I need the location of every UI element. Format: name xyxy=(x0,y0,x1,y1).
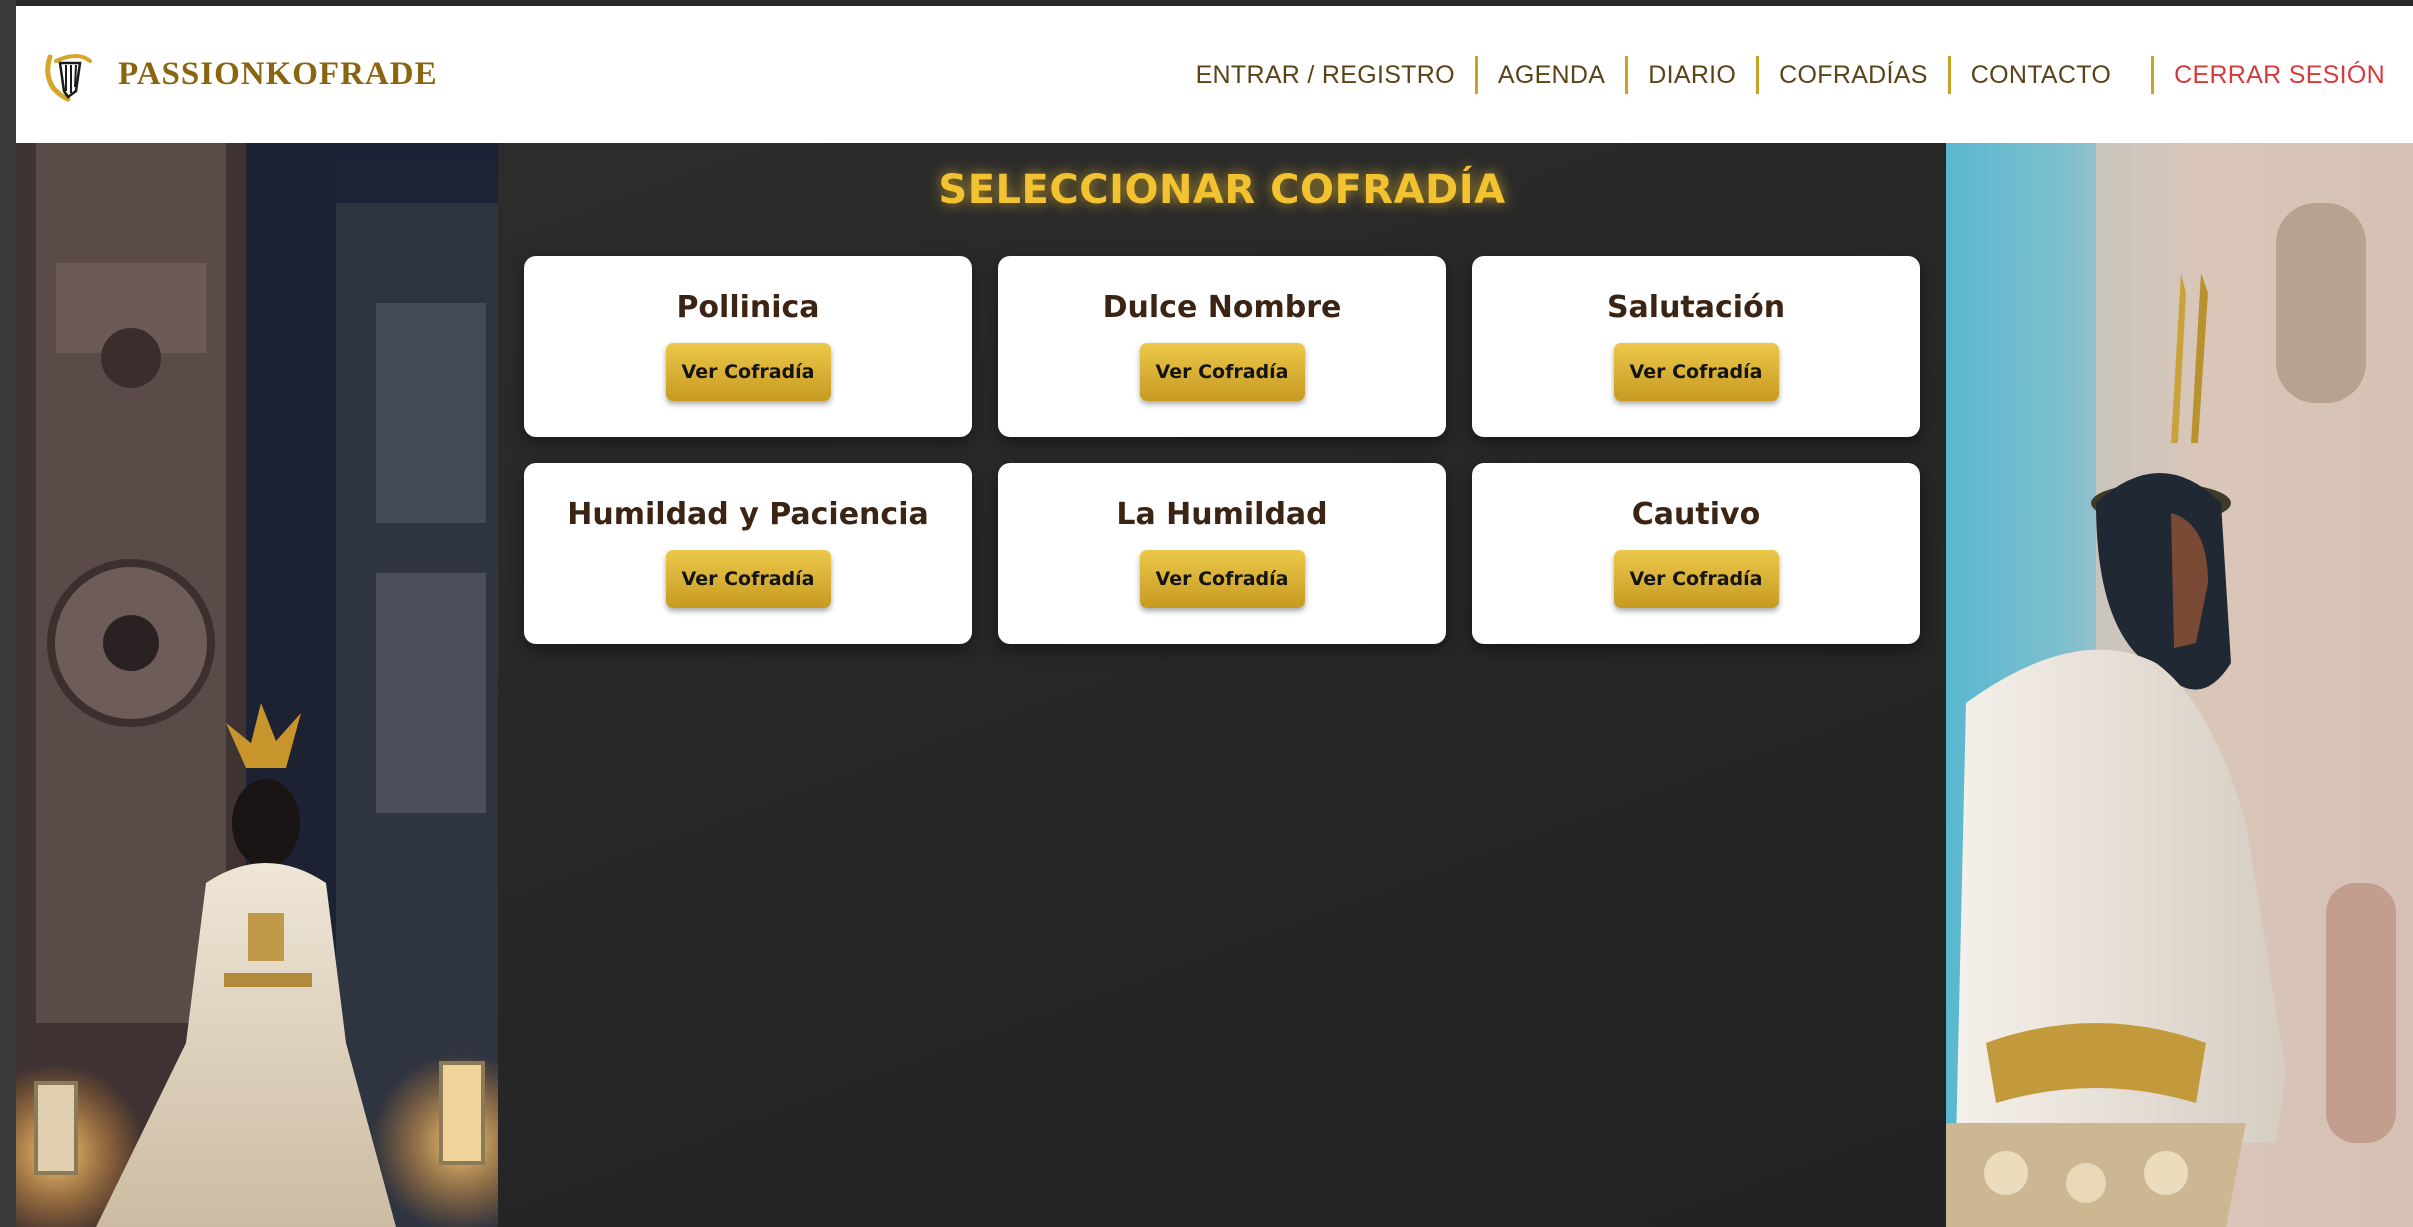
nav-item-login[interactable]: ENTRAR / REGISTRO xyxy=(1176,57,1475,93)
ver-cofradia-button[interactable]: Ver Cofradía xyxy=(665,550,831,608)
main-content: SELECCIONAR COFRADÍA Pollinica Ver Cofra… xyxy=(498,143,1946,1227)
cofradia-name: Pollinica xyxy=(676,290,820,325)
ver-cofradia-button[interactable]: Ver Cofradía xyxy=(1613,550,1779,608)
site-header: PASSIONKOFRADE ENTRAR / REGISTRO AGENDA … xyxy=(16,6,2413,143)
window-frame-left xyxy=(0,0,16,1227)
cofradia-card: Pollinica Ver Cofradía xyxy=(524,256,972,437)
hero-image-left xyxy=(16,143,498,1227)
hero-image-right xyxy=(1946,143,2413,1227)
cofradia-card: Dulce Nombre Ver Cofradía xyxy=(998,256,1446,437)
nav-item-agenda[interactable]: AGENDA xyxy=(1478,57,1625,93)
cofradia-card: Salutación Ver Cofradía xyxy=(1472,256,1920,437)
ver-cofradia-button[interactable]: Ver Cofradía xyxy=(1613,343,1779,401)
nav-item-cofradias[interactable]: COFRADÍAS xyxy=(1759,57,1948,93)
cofradia-name: Salutación xyxy=(1606,290,1786,325)
cofrade-logo-icon xyxy=(45,53,92,101)
nav-item-diario[interactable]: DIARIO xyxy=(1628,57,1756,93)
cofradia-grid: Pollinica Ver Cofradía Dulce Nombre Ver … xyxy=(524,256,1920,644)
ver-cofradia-button[interactable]: Ver Cofradía xyxy=(1139,550,1305,608)
procession-photo-left xyxy=(16,143,498,1227)
page-title: SELECCIONAR COFRADÍA xyxy=(938,167,1506,213)
brand-logo[interactable]: PASSIONKOFRADE xyxy=(40,47,438,103)
cofradia-card: Humildad y Paciencia Ver Cofradía xyxy=(524,463,972,644)
logout-link[interactable]: CERRAR SESIÓN xyxy=(2154,57,2385,93)
main-nav: ENTRAR / REGISTRO AGENDA DIARIO COFRADÍA… xyxy=(1176,55,2385,94)
ver-cofradia-button[interactable]: Ver Cofradía xyxy=(1139,343,1305,401)
brand-name: PASSIONKOFRADE xyxy=(118,56,438,92)
cofradia-card: Cautivo Ver Cofradía xyxy=(1472,463,1920,644)
ver-cofradia-button[interactable]: Ver Cofradía xyxy=(665,343,831,401)
nav-item-contacto[interactable]: CONTACTO xyxy=(1951,57,2131,93)
cofradia-name: Cautivo xyxy=(1631,497,1761,532)
procession-photo-right xyxy=(1946,143,2413,1227)
cofradia-name: Dulce Nombre xyxy=(1102,290,1342,325)
cofradia-card: La Humildad Ver Cofradía xyxy=(998,463,1446,644)
cofradia-name: La Humildad xyxy=(1116,497,1328,532)
cofradia-name: Humildad y Paciencia xyxy=(567,497,929,532)
